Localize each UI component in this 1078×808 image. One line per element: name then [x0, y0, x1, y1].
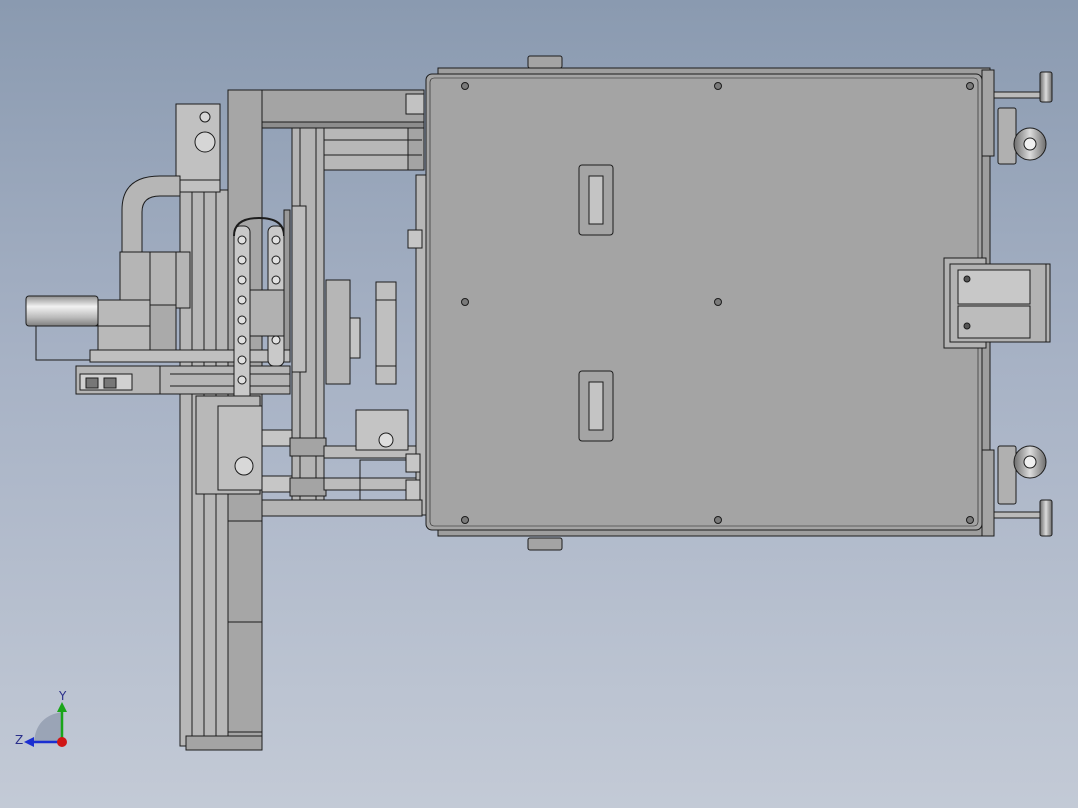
triad-y-label: Y [58, 689, 67, 703]
side-bracket [943, 257, 1051, 349]
horizontal-arm [75, 349, 291, 395]
triad-x-axis [57, 737, 67, 747]
base-cabinet [425, 55, 991, 551]
axis-triad: Y Z [15, 689, 67, 747]
control-box [175, 103, 221, 193]
caster-bottom [981, 445, 1053, 537]
triad-z-label: Z [15, 733, 23, 747]
gripper-assembly [325, 229, 423, 385]
caster-top [981, 69, 1053, 165]
cad-viewport[interactable]: Y Z [0, 0, 1078, 808]
cad-model-view[interactable]: Y Z [0, 0, 1078, 808]
slide-rail [283, 205, 307, 373]
